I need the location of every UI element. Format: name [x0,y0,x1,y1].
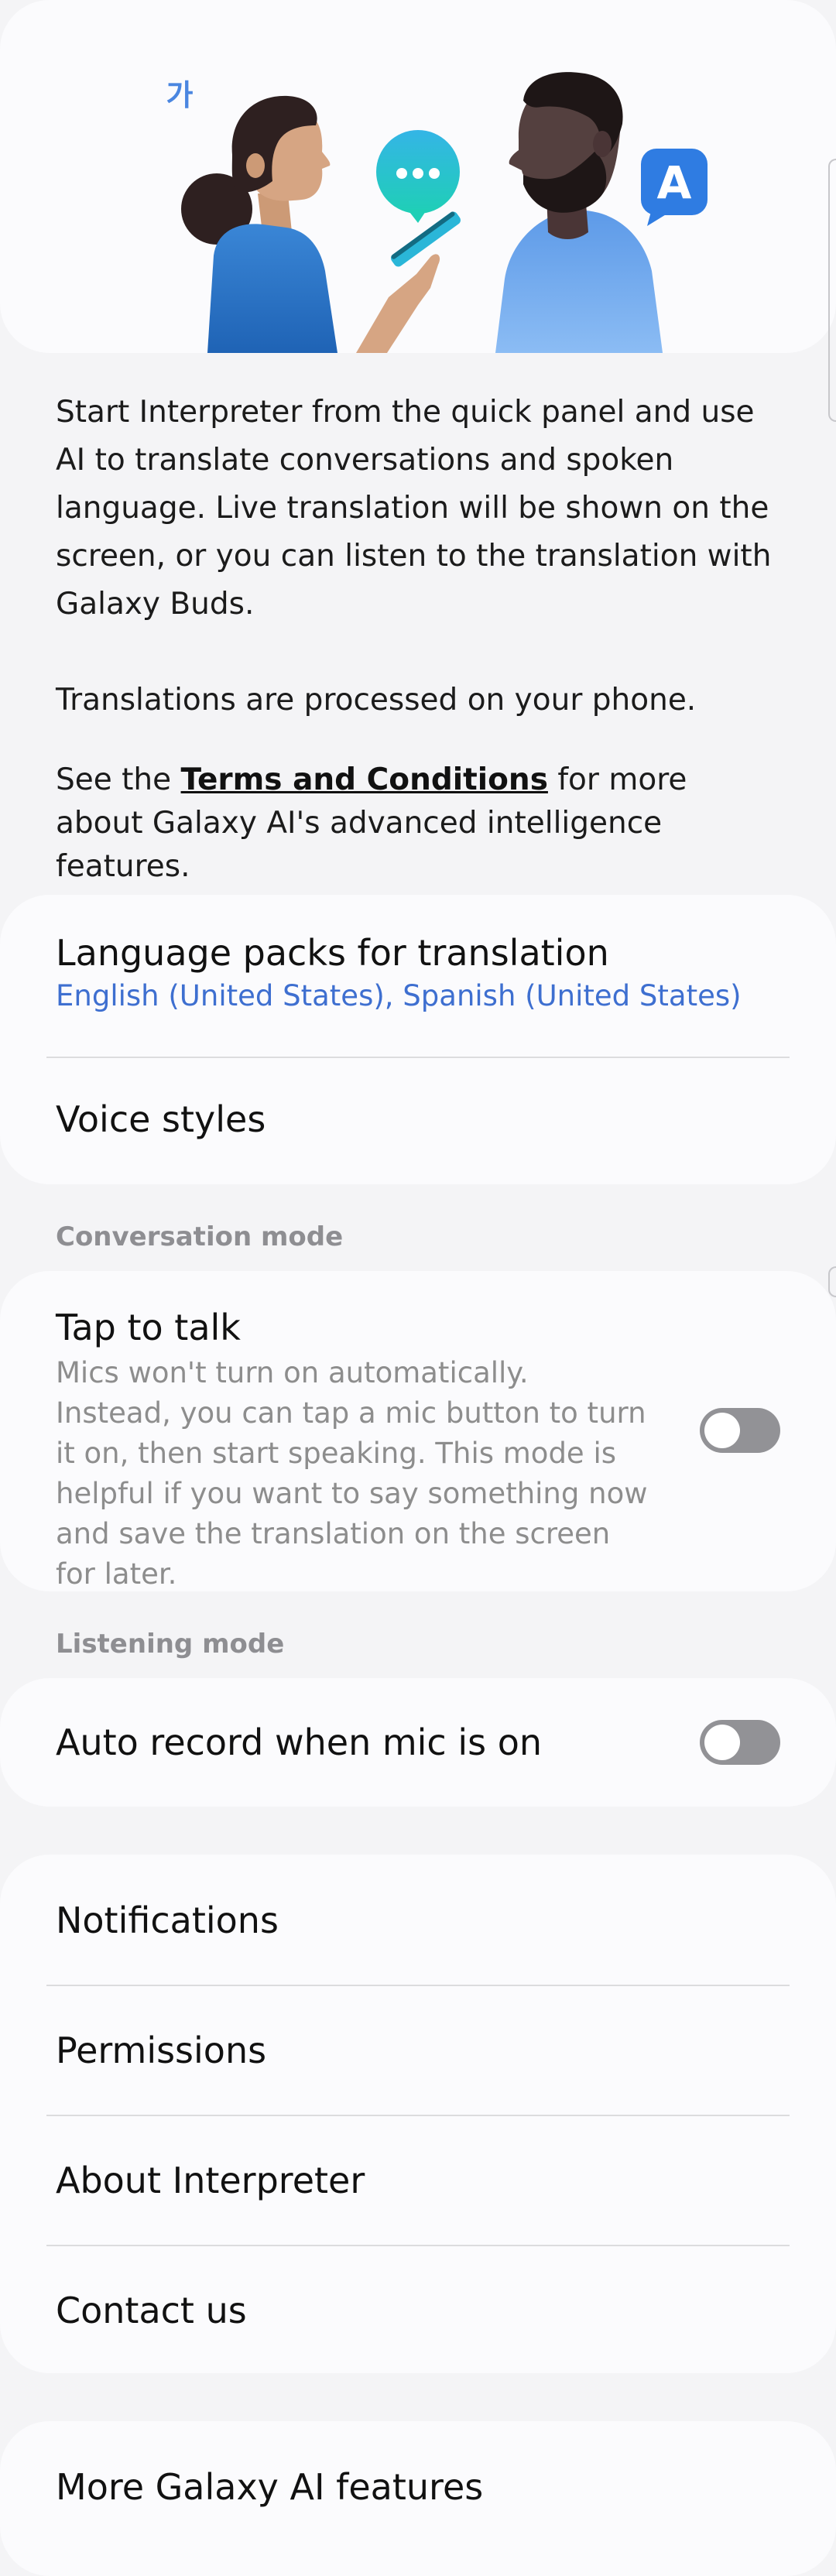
notifications-label: Notifications [56,1899,279,1941]
terms-and-conditions-link[interactable]: Terms and Conditions [181,762,548,797]
notifications-item[interactable]: Notifications [0,1855,836,1985]
hero-illustration-card: 가 A [0,0,836,353]
contact-us-label: Contact us [56,2290,247,2331]
conversation-mode-card: Tap to talk Mics won't turn on automatic… [0,1271,836,1591]
listening-mode-header: Listening mode [56,1629,285,1660]
interpreter-menu-card: Notifications Permissions About Interpre… [0,1855,836,2373]
terms-note: See the Terms and Conditions for more ab… [56,759,783,889]
listening-mode-card: Auto record when mic is on [0,1678,836,1807]
permissions-label: Permissions [56,2030,267,2071]
feature-description: Start Interpreter from the quick panel a… [56,395,772,622]
translation-bubble-icon [376,130,460,223]
tap-to-talk-title: Tap to talk [56,1307,241,1348]
voice-styles-title: Voice styles [56,1098,266,1140]
letter-a-badge-icon: A [641,149,708,226]
processing-note: Translations are processed on your phone… [56,683,697,718]
language-packs-value: English (United States), Spanish (United… [56,979,742,1012]
man-figure [495,72,663,353]
korean-character-badge: 가 [166,78,194,112]
about-interpreter-item[interactable]: About Interpreter [0,2116,836,2245]
voice-styles-item[interactable]: Voice styles [0,1058,836,1184]
edge-panel-handle[interactable] [828,159,836,422]
more-galaxy-ai-card: More Galaxy AI features [0,2421,836,2576]
auto-record-title: Auto record when mic is on [56,1721,543,1763]
toggle-knob [704,1413,740,1448]
about-interpreter-label: About Interpreter [56,2160,365,2201]
letter-a-label: A [657,156,692,209]
contact-us-item[interactable]: Contact us [0,2246,836,2373]
interpreter-illustration: 가 A [166,72,708,353]
language-packs-item[interactable]: Language packs for translation English (… [0,895,836,1057]
more-galaxy-ai-features-item[interactable]: More Galaxy AI features [0,2421,836,2550]
conversation-mode-header: Conversation mode [56,1221,344,1252]
tap-to-talk-toggle[interactable] [700,1408,780,1453]
terms-prefix: See the [56,762,181,797]
permissions-item[interactable]: Permissions [0,1986,836,2115]
language-packs-title: Language packs for translation [56,932,609,974]
auto-record-toggle[interactable] [700,1720,780,1765]
toggle-knob [704,1725,740,1760]
tap-to-talk-description: Mics won't turn on automatically. Instea… [56,1356,648,1591]
language-settings-card: Language packs for translation English (… [0,895,836,1184]
more-galaxy-ai-features-label: More Galaxy AI features [56,2466,484,2508]
